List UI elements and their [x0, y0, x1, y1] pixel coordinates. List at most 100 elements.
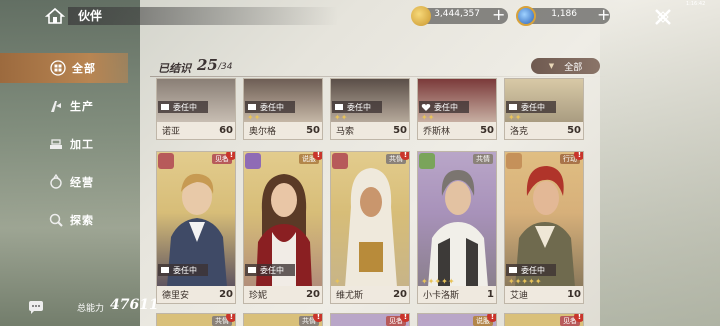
partner-card[interactable]: 共情 ! — [243, 313, 323, 326]
status-text: 委任中 — [173, 102, 197, 112]
status-badge: 委任中 — [158, 101, 208, 113]
partner-card[interactable]: 行动 ! 委任中 ✦✦✦✦✦ 艾迪 10 — [504, 151, 584, 304]
star-rating: ✦✦✦✦✦ — [508, 277, 542, 286]
power-label: 总能力 — [77, 304, 105, 314]
status-badge: 委任中 — [332, 101, 382, 113]
power-value: 47611 — [110, 297, 159, 313]
known-total: /34 — [218, 62, 233, 72]
partner-card[interactable]: 共情 ! ✦ 维尤斯 20 — [330, 151, 410, 304]
partner-card[interactable]: 委任中 ✦✦ 乔斯林 50 — [417, 78, 497, 140]
partner-card[interactable]: 见者 ! — [330, 313, 410, 326]
add-gem-button[interactable]: + — [597, 6, 610, 24]
alert-badge: ! — [574, 314, 583, 322]
title-plate — [68, 7, 338, 25]
known-label: 已结识 — [158, 62, 191, 75]
name-row: 诺亚 60 — [157, 122, 235, 139]
name-row: 奥尔格 50 — [244, 122, 322, 139]
partner-level: 60 — [219, 125, 233, 136]
home-icon[interactable] — [44, 5, 66, 27]
name-row: 乔斯林 50 — [418, 122, 496, 139]
partner-level: 50 — [480, 125, 494, 136]
grid-icon — [50, 60, 66, 76]
status-text: 委任中 — [434, 102, 458, 112]
page-title: 伙伴 — [78, 9, 103, 23]
partner-card[interactable]: 委任中 ✦✦ 奥尔格 50 — [243, 78, 323, 140]
sidebar-item-label: 加工 — [70, 138, 94, 151]
status-badge: 委任中 — [158, 264, 208, 276]
gold-value: 3,444,357 — [434, 9, 480, 19]
add-gold-button[interactable]: + — [492, 6, 505, 24]
name-row: 珍妮 20 — [244, 286, 322, 303]
triangle-down-icon: ▼ — [548, 62, 555, 70]
portrait — [331, 152, 409, 287]
partner-name: 洛克 — [510, 127, 529, 137]
partner-level: 1 — [487, 289, 494, 300]
partner-name: 诺亚 — [162, 127, 181, 137]
name-row: 小卡洛斯 1 — [418, 286, 496, 303]
alert-badge: ! — [313, 152, 322, 160]
star-rating: ✦✦ — [421, 113, 435, 122]
star-rating: ✦✦ — [247, 113, 261, 122]
filter-dropdown[interactable]: ▼ 全部 — [531, 58, 600, 74]
partner-name: 德里安 — [162, 291, 190, 301]
partner-name: 小卡洛斯 — [423, 291, 460, 301]
status-badge: 委任中 — [245, 264, 295, 276]
status-text: 委任中 — [260, 265, 284, 275]
name-row: 洛克 50 — [505, 122, 583, 139]
star-rating: ✦✦ — [334, 113, 348, 122]
partner-name: 奥尔格 — [249, 127, 277, 137]
sidebar-item-production[interactable]: 生产 — [48, 91, 143, 121]
heart-icon — [421, 104, 431, 111]
partner-card[interactable]: 见者 ! 委任中 德里安 20 — [156, 151, 236, 304]
partner-level: 20 — [306, 289, 320, 300]
partner-card[interactable]: 委任中 诺亚 60 — [156, 78, 236, 140]
persuade-icon — [245, 153, 261, 169]
empathy-icon — [419, 153, 435, 169]
character-portrait — [345, 168, 397, 287]
task-icon — [335, 104, 343, 110]
alert-badge: ! — [487, 314, 496, 322]
partner-level: 50 — [567, 125, 581, 136]
close-icon[interactable] — [652, 6, 674, 28]
sidebar-item-label: 经营 — [70, 176, 94, 189]
name-row: 马索 50 — [331, 122, 409, 139]
status-text: 委任中 — [260, 102, 284, 112]
partner-name: 艾迪 — [510, 291, 529, 301]
task-icon — [161, 267, 169, 273]
scenery-left — [0, 0, 140, 326]
star-rating: ✦✦ — [508, 113, 522, 122]
partner-name: 维尤斯 — [336, 291, 364, 301]
name-row: 德里安 20 — [157, 286, 235, 303]
status-text: 委任中 — [347, 102, 371, 112]
filter-label: 全部 — [564, 62, 583, 73]
partner-card[interactable]: 委任中 ✦✦ 马索 50 — [330, 78, 410, 140]
task-icon — [248, 104, 256, 110]
partner-level: 10 — [567, 289, 581, 300]
sidebar-item-business[interactable]: 经营 — [48, 167, 143, 197]
partner-card[interactable]: 委任中 ✦✦ 洛克 50 — [504, 78, 584, 140]
task-icon — [248, 267, 256, 273]
partner-level: 20 — [219, 289, 233, 300]
alert-badge: ! — [313, 314, 322, 322]
star-rating: ✦✦✦✦✦ — [421, 277, 455, 286]
sidebar-item-processing[interactable]: 加工 — [48, 129, 143, 159]
divider — [150, 76, 610, 77]
partner-card[interactable]: 共情 ! — [156, 313, 236, 326]
task-icon — [509, 104, 517, 110]
partner-card[interactable]: 说服 ! 委任中 珍妮 20 — [243, 151, 323, 304]
status-badge: 委任中 — [245, 101, 295, 113]
sidebar-item-label: 生产 — [70, 100, 94, 113]
sidebar-item-explore[interactable]: 探索 — [48, 205, 143, 235]
partner-card[interactable]: 见者 ! — [504, 313, 584, 326]
name-row: 维尤斯 20 — [331, 286, 409, 303]
partner-card[interactable]: 共情 ✦✦✦✦✦ 小卡洛斯 1 — [417, 151, 497, 304]
sidebar-item-label: 全部 — [72, 62, 96, 75]
status-text: 委任中 — [173, 265, 197, 275]
sidebar-item-all[interactable]: 全部 — [0, 53, 128, 83]
explore-icon — [49, 213, 63, 227]
alert-badge: ! — [226, 314, 235, 322]
production-icon — [51, 101, 61, 112]
partner-card[interactable]: 说服 ! — [417, 313, 497, 326]
partner-name: 珍妮 — [249, 291, 268, 301]
chat-icon[interactable] — [28, 301, 44, 315]
